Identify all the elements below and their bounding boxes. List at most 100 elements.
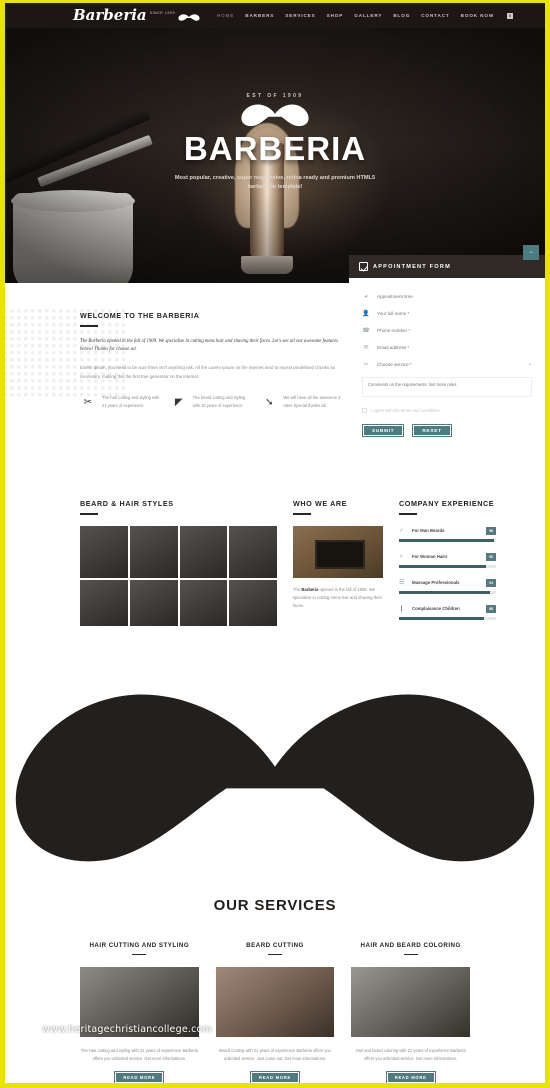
male-icon: ♂ <box>399 527 404 534</box>
female-icon: ♀ <box>399 553 404 560</box>
company-experience-column: COMPANY EXPERIENCE ♂ For Man Beards 98 ♀… <box>399 499 496 631</box>
page-root: Barberia SINCE 1909 HOME BARBERS SERVICE… <box>5 3 545 1083</box>
background-pattern <box>5 308 125 398</box>
read-more-button[interactable]: READ MORE <box>385 1071 436 1083</box>
nav-item-book-now[interactable]: BOOK NOW <box>461 13 494 18</box>
gallery-thumb[interactable] <box>229 525 277 578</box>
watermark-text: www.heritagechristiancollege.com <box>42 1024 212 1035</box>
reset-button[interactable]: RESET <box>412 424 452 437</box>
skill-label: Massage Professionals <box>412 580 460 586</box>
feature-text: We will have all the awesome 3 rates Spe… <box>283 395 341 409</box>
terms-row[interactable]: I agree with the terms and conditions <box>362 408 532 413</box>
read-more-button[interactable]: READ MORE <box>250 1071 300 1083</box>
nav-item-gallery[interactable]: GALLERY <box>354 13 382 18</box>
skill-progress-fill <box>399 538 495 542</box>
feature-text: The beard cutting and styling with 15 ye… <box>192 395 246 409</box>
appointment-form-body: ◕ 👤 ☎ ✉ ✂ ▼ <box>349 278 545 450</box>
field-appointment-time[interactable]: ◕ <box>362 288 532 305</box>
experience-heading: COMPANY EXPERIENCE <box>399 499 495 508</box>
field-email-address[interactable]: ✉ <box>362 339 532 356</box>
site-logo[interactable]: Barberia SINCE 1909 <box>73 8 200 23</box>
skill-header: ♀ For Woman Hairs 90 <box>399 552 496 561</box>
skill-header: ❙ Complaisance Children 88 <box>399 604 496 613</box>
skill-progress-fill <box>399 564 487 568</box>
skill-progress-track <box>399 564 496 568</box>
choose-service-input[interactable] <box>377 361 529 368</box>
email-address-input[interactable] <box>377 344 532 351</box>
nav-item-home[interactable]: HOME <box>217 13 234 18</box>
cart-badge[interactable]: 0 <box>507 12 513 19</box>
heading-divider <box>293 513 311 515</box>
service-card: HAIR CUTTING AND STYLING The Hair cuttin… <box>80 942 199 1083</box>
nav-item-barbers[interactable]: BARBERS <box>245 13 274 18</box>
field-choose-service[interactable]: ✂ ▼ <box>362 356 532 373</box>
main-navigation[interactable]: HOME BARBERS SERVICES SHOP GALLERY BLOG … <box>217 12 535 19</box>
razor-icon: ◤ <box>174 396 183 408</box>
clock-icon: ◕ <box>364 293 368 300</box>
service-divider <box>268 953 282 956</box>
service-card: HAIR AND BEARD COLORING Hair and beard c… <box>351 941 471 1083</box>
styles-gallery-grid <box>80 525 277 626</box>
nav-item-services[interactable]: SERVICES <box>285 13 315 18</box>
checklist-icon <box>359 262 368 271</box>
phone-number-input[interactable] <box>377 327 532 334</box>
skill-label: Complaisance Children <box>412 606 460 612</box>
who-we-are-image <box>293 525 383 578</box>
gallery-thumb[interactable] <box>179 525 228 578</box>
minus-icon[interactable]: − <box>523 245 539 260</box>
skill-header: ♂ For Man Beards 98 <box>399 526 496 535</box>
skill-progress-track <box>399 590 496 594</box>
user-icon: 👤 <box>362 311 370 317</box>
field-phone-number[interactable]: ☎ <box>362 322 532 339</box>
field-full-name[interactable]: 👤 <box>362 305 532 322</box>
skill-progress-fill <box>399 590 491 594</box>
brush-icon: ➘ <box>265 396 274 408</box>
mustache-icon <box>5 675 545 891</box>
feature-item: ➘ We will have all the awesome 3 rates S… <box>261 394 342 410</box>
hero-banner: EST OF 1909 BARBERIA Most popular, creat… <box>5 28 545 283</box>
message-textarea[interactable] <box>362 377 532 397</box>
skill-progress-track <box>399 538 496 542</box>
gallery-thumb[interactable] <box>129 579 178 626</box>
service-description: The Hair cutting and styling with 21 yea… <box>80 1048 198 1062</box>
feature-item: ◤ The beard cutting and styling with 15 … <box>171 394 252 410</box>
gallery-thumb[interactable] <box>229 579 277 626</box>
child-icon: ❙ <box>399 606 405 613</box>
hero-content: EST OF 1909 BARBERIA Most popular, creat… <box>5 28 545 283</box>
skill-item: ♂ For Man Beards 98 <box>399 526 496 542</box>
nav-item-shop[interactable]: SHOP <box>327 13 344 18</box>
skill-list: ♂ For Man Beards 98 ♀ For Woman Hairs 90 <box>399 526 496 620</box>
service-title: HAIR CUTTING AND STYLING <box>89 941 190 949</box>
service-image <box>351 967 471 1038</box>
skill-item: ❙ Complaisance Children 88 <box>399 604 496 620</box>
hero-subtitle: Most popular, creative, super responsive… <box>174 174 376 191</box>
services-section: OUR SERVICES HAIR CUTTING AND STYLING Th… <box>5 631 545 1083</box>
services-list: HAIR CUTTING AND STYLING The Hair cuttin… <box>5 942 545 1083</box>
service-title: BEARD CUTTING <box>246 941 304 949</box>
heading-divider <box>399 513 417 515</box>
nav-item-blog[interactable]: BLOG <box>393 13 410 18</box>
gallery-thumb[interactable] <box>80 525 128 578</box>
full-name-input[interactable] <box>377 310 532 317</box>
skill-progress-fill <box>399 616 485 620</box>
nav-item-contact[interactable]: CONTACT <box>421 13 449 18</box>
skill-item: ☵ Massage Professionals 94 <box>399 578 496 594</box>
logo-since-label: SINCE 1909 <box>149 11 176 15</box>
appointment-time-input[interactable] <box>377 293 532 300</box>
skill-percent-badge: 98 <box>486 526 496 535</box>
skill-item: ♀ For Woman Hairs 90 <box>399 552 496 568</box>
phone-icon: ☎ <box>362 328 370 334</box>
hero-est-label: EST OF 1909 <box>246 92 304 99</box>
skill-progress-track <box>399 616 496 620</box>
gallery-thumb[interactable] <box>179 579 228 626</box>
service-title: HAIR AND BEARD COLORING <box>360 941 461 949</box>
skill-percent-badge: 88 <box>486 604 496 613</box>
service-description: Beard Cutting with 21 years of experienc… <box>219 1048 331 1062</box>
gallery-thumb[interactable] <box>80 579 128 626</box>
mail-icon: ✉ <box>363 345 369 351</box>
gallery-thumb[interactable] <box>129 525 178 578</box>
submit-button[interactable]: SUBMIT <box>362 424 405 437</box>
read-more-button[interactable]: READ MORE <box>114 1071 165 1083</box>
terms-checkbox[interactable] <box>362 408 367 413</box>
choose-service-select[interactable]: ▼ <box>377 361 532 368</box>
